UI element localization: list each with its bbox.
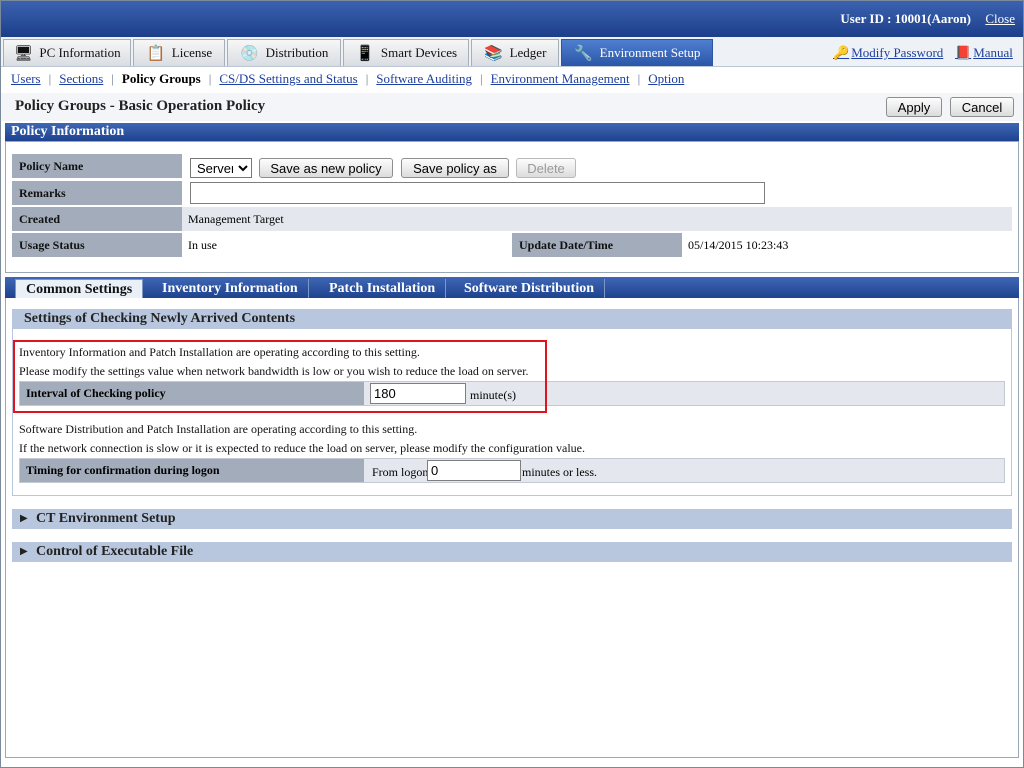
update-datetime-label: Update Date/Time [512,233,682,257]
policy-name-row: Policy Name Server Save as new policy Sa… [12,154,1012,179]
subnav-users[interactable]: Users [11,71,41,87]
usage-row: Usage Status In use Update Date/Time 05/… [12,233,1012,258]
tab-environment-setup[interactable]: 🔧 Environment Setup [561,39,713,66]
tab-software-distribution[interactable]: Software Distribution [454,279,606,298]
tab-patch-installation[interactable]: Patch Installation [319,279,447,298]
subnav-sections[interactable]: Sections [59,71,103,87]
tab-license[interactable]: 📋 License [133,39,225,66]
close-link[interactable]: Close [985,11,1015,27]
policy-select[interactable]: Server [190,158,252,178]
timing-input[interactable] [427,460,521,481]
expand-arrow-icon: ▶ [20,513,28,524]
separator: | [111,71,114,86]
settings-tabs: Common Settings Inventory Information Pa… [5,277,1019,298]
created-value: Management Target [182,207,1012,231]
save-as-new-policy-button[interactable]: Save as new policy [259,158,393,178]
cancel-button[interactable]: Cancel [950,97,1014,117]
remarks-input[interactable] [190,182,765,204]
manual-link[interactable]: 📕 Manual [955,45,1013,61]
subnav-option[interactable]: Option [648,71,684,87]
page-title-bar: Policy Groups - Basic Operation Policy A… [1,93,1023,121]
sub-navigation: Users | Sections | Policy Groups | CS/DS… [1,67,1023,91]
key-icon: 🔑 [833,45,850,60]
timing-prefix: From logon [372,465,429,479]
timing-label: Timing for confirmation during logon [20,459,364,482]
separator: | [479,71,483,86]
user-id-label: User ID : 10001(Aaron) [840,11,971,26]
control-executable-file-label: Control of Executable File [36,544,194,559]
modify-password-label: Modify Password [851,45,944,60]
save-policy-as-button[interactable]: Save policy as [401,158,509,178]
usage-status-value: In use [182,233,512,257]
tab-inventory-information[interactable]: Inventory Information [152,279,309,298]
separator: | [48,71,52,86]
smartphone-icon: 📱 [355,45,375,62]
timing-row: Timing for confirmation during logon Fro… [19,458,1005,483]
control-executable-file-toggle[interactable]: ▶ Control of Executable File [12,542,1012,562]
subnav-policy-groups: Policy Groups [121,71,201,86]
created-label: Created [12,207,182,231]
tab-label: Ledger [509,45,547,60]
book-icon: 📕 [955,45,972,60]
tab-label: PC Information [39,45,121,60]
pc-icon: 🖥 [13,45,33,62]
timing-description-1: Software Distribution and Patch Installa… [19,422,418,436]
ct-environment-setup-label: CT Environment Setup [36,511,176,526]
remarks-label: Remarks [12,181,182,205]
tab-label: License [171,45,213,60]
tab-smart-devices[interactable]: 📱 Smart Devices [343,39,469,66]
tab-distribution[interactable]: 💿 Distribution [227,39,341,66]
subnav-cs-ds-settings[interactable]: CS/DS Settings and Status [219,71,357,87]
created-row: Created Management Target [12,207,1012,232]
separator: | [208,71,212,86]
tab-common-settings[interactable]: Common Settings [15,279,144,298]
remarks-row: Remarks [12,181,1012,206]
main-tabs-row: 🖥 PC Information 📋 License 💿 Distributio… [1,37,1023,67]
license-icon: 📋 [146,45,166,62]
usage-status-label: Usage Status [12,233,182,257]
distribution-icon: 💿 [240,45,259,62]
top-header: User ID : 10001(Aaron) Close [1,1,1023,37]
separator: | [637,71,641,86]
ledger-icon: 📚 [484,45,503,62]
apply-button[interactable]: Apply [886,97,942,117]
timing-suffix: minutes or less. [522,465,597,479]
subnav-environment-management[interactable]: Environment Management [491,71,630,87]
page-title: Policy Groups - Basic Operation Policy [15,98,266,114]
timing-description-2: If the network connection is slow or it … [19,441,586,455]
update-datetime-value: 05/14/2015 10:23:43 [682,233,1012,257]
tab-pc-information[interactable]: 🖥 PC Information [3,39,131,66]
tab-ledger[interactable]: 📚 Ledger [471,39,559,66]
policy-information-header: Policy Information [5,123,1019,141]
tab-label: Environment Setup [599,45,701,60]
tab-label: Distribution [265,45,329,60]
modify-password-link[interactable]: 🔑 Modify Password [833,45,943,61]
delete-button[interactable]: Delete [516,158,576,178]
separator: | [365,71,369,86]
highlight-box [13,340,547,413]
policy-name-label: Policy Name [12,154,182,178]
tab-label: Smart Devices [380,45,458,60]
manual-label: Manual [973,45,1013,60]
ct-environment-setup-toggle[interactable]: ▶ CT Environment Setup [12,509,1012,529]
tools-icon: 🔧 [574,45,593,62]
checking-section-header: Settings of Checking Newly Arrived Conte… [12,309,1012,329]
expand-arrow-icon: ▶ [20,546,28,557]
subnav-software-auditing[interactable]: Software Auditing [376,71,472,87]
